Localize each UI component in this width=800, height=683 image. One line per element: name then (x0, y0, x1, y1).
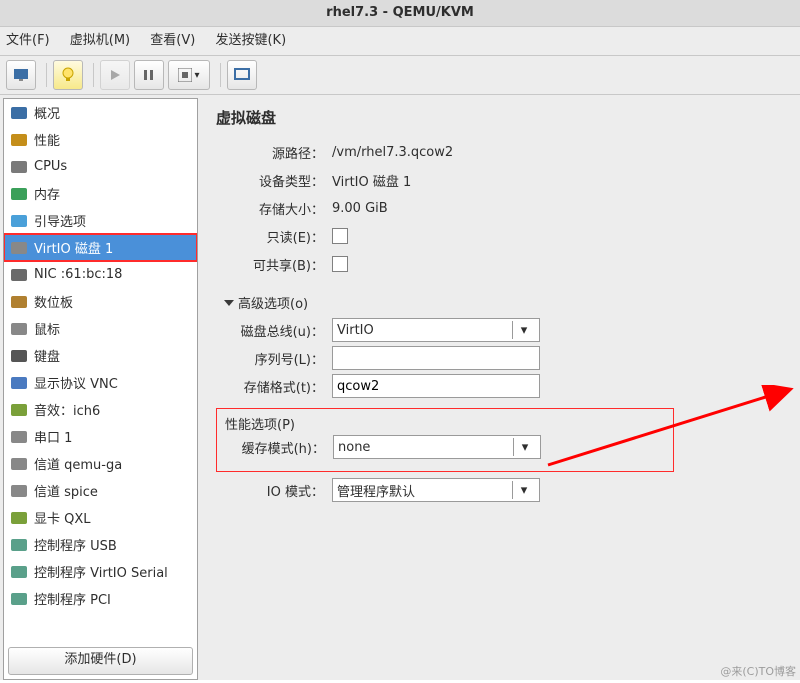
window-title: rhel7.3 - QEMU/KVM (0, 0, 800, 27)
pause-button[interactable] (134, 60, 164, 90)
hw-item-12[interactable]: 串口 1 (4, 423, 197, 450)
watermark-text: @来(C)TO博客 (720, 663, 796, 679)
shareable-checkbox[interactable] (332, 256, 348, 272)
hw-item-label: 显示协议 VNC (34, 373, 118, 392)
label-shareable: 可共享(B)： (216, 255, 332, 274)
chevron-down-icon: ▾ (512, 481, 535, 499)
label-serial: 序列号(L)： (216, 349, 332, 368)
hw-item-label: 控制程序 USB (34, 535, 117, 554)
hw-item-label: NIC :61:bc:18 (34, 267, 122, 282)
serial-input[interactable] (332, 346, 540, 370)
hw-item-label: 音效：ich6 (34, 400, 100, 419)
hw-item-18[interactable]: 控制程序 PCI (4, 585, 197, 612)
hw-item-label: 引导选项 (34, 211, 86, 230)
hw-item-17[interactable]: 控制程序 VirtIO Serial (4, 558, 197, 585)
storage-format-input[interactable] (332, 374, 540, 398)
hw-item-8[interactable]: 鼠标 (4, 315, 197, 342)
hw-item-label: CPUs (34, 159, 67, 174)
cache-mode-combo[interactable]: none▾ (333, 435, 541, 459)
label-bus: 磁盘总线(u)： (216, 321, 332, 340)
hw-item-label: 信道 spice (34, 481, 98, 500)
hw-item-label: 串口 1 (34, 427, 72, 446)
hw-item-label: 概况 (34, 103, 60, 122)
hw-item-label: 显卡 QXL (34, 508, 91, 527)
hw-item-15[interactable]: 显卡 QXL (4, 504, 197, 531)
menu-vm[interactable]: 虚拟机(M) (70, 33, 130, 48)
bus-combo[interactable]: VirtIO▾ (332, 318, 540, 342)
hw-item-10[interactable]: 显示协议 VNC (4, 369, 197, 396)
shutdown-button[interactable]: ▾ (168, 60, 210, 90)
hw-item-1[interactable]: 性能 (4, 126, 197, 153)
console-button[interactable] (6, 60, 36, 90)
add-hardware-button[interactable]: 添加硬件(D) (8, 647, 193, 675)
hw-item-5[interactable]: VirtIO 磁盘 1 (4, 234, 197, 261)
menu-bar: 文件(F) 虚拟机(M) 查看(V) 发送按键(K) (0, 27, 800, 56)
hw-item-16[interactable]: 控制程序 USB (4, 531, 197, 558)
hw-item-4[interactable]: 引导选项 (4, 207, 197, 234)
hw-item-label: 数位板 (34, 292, 73, 311)
hw-item-2[interactable]: CPUs (4, 153, 197, 180)
hw-item-label: 键盘 (34, 346, 60, 365)
hw-item-7[interactable]: 数位板 (4, 288, 197, 315)
hw-item-14[interactable]: 信道 spice (4, 477, 197, 504)
play-button[interactable] (100, 60, 130, 90)
hw-item-label: 信道 qemu-ga (34, 454, 122, 473)
toolbar: ▾ (0, 56, 800, 95)
value-size: 9.00 GiB (332, 201, 786, 216)
panel-title: 虚拟磁盘 (216, 107, 786, 128)
label-iomode: IO 模式： (216, 481, 332, 500)
chevron-down-icon: ▾ (512, 321, 535, 339)
hw-item-label: VirtIO 磁盘 1 (34, 238, 113, 257)
hw-item-label: 内存 (34, 184, 60, 203)
label-source: 源路径： (216, 143, 332, 162)
hw-item-label: 控制程序 VirtIO Serial (34, 562, 168, 581)
performance-highlight-box: 性能选项(P) 缓存模式(h)： none▾ (216, 408, 674, 472)
chevron-down-icon: ▾ (513, 438, 536, 456)
menu-view[interactable]: 查看(V) (150, 33, 195, 48)
fullscreen-button[interactable] (227, 60, 257, 90)
performance-expander[interactable]: 性能选项(P) (225, 414, 341, 433)
hw-item-11[interactable]: 音效：ich6 (4, 396, 197, 423)
label-size: 存储大小： (216, 199, 332, 218)
label-readonly: 只读(E)： (216, 227, 332, 246)
label-devtype: 设备类型： (216, 171, 332, 190)
hw-item-6[interactable]: NIC :61:bc:18 (4, 261, 197, 288)
readonly-checkbox[interactable] (332, 228, 348, 244)
details-button[interactable] (53, 60, 83, 90)
io-mode-combo[interactable]: 管理程序默认▾ (332, 478, 540, 502)
label-stfmt: 存储格式(t)： (216, 377, 332, 396)
menu-file[interactable]: 文件(F) (6, 33, 50, 48)
hw-item-label: 性能 (34, 130, 60, 149)
hw-item-0[interactable]: 概况 (4, 99, 197, 126)
label-cache: 缓存模式(h)： (225, 438, 333, 457)
hw-item-label: 鼠标 (34, 319, 60, 338)
value-devtype: VirtIO 磁盘 1 (332, 171, 786, 190)
advanced-expander[interactable]: 高级选项(o) (216, 293, 340, 312)
hw-item-label: 控制程序 PCI (34, 589, 111, 608)
menu-sendkey[interactable]: 发送按键(K) (215, 33, 286, 48)
hw-item-9[interactable]: 键盘 (4, 342, 197, 369)
details-pane: 虚拟磁盘 源路径： /vm/rhel7.3.qcow2 设备类型： VirtIO… (198, 95, 800, 683)
hw-item-13[interactable]: 信道 qemu-ga (4, 450, 197, 477)
value-source: /vm/rhel7.3.qcow2 (332, 145, 786, 160)
hardware-sidebar: 概况性能 CPUs 内存引导选项 VirtIO 磁盘 1 NIC :61:bc:18 数位… (3, 98, 198, 680)
hw-item-3[interactable]: 内存 (4, 180, 197, 207)
